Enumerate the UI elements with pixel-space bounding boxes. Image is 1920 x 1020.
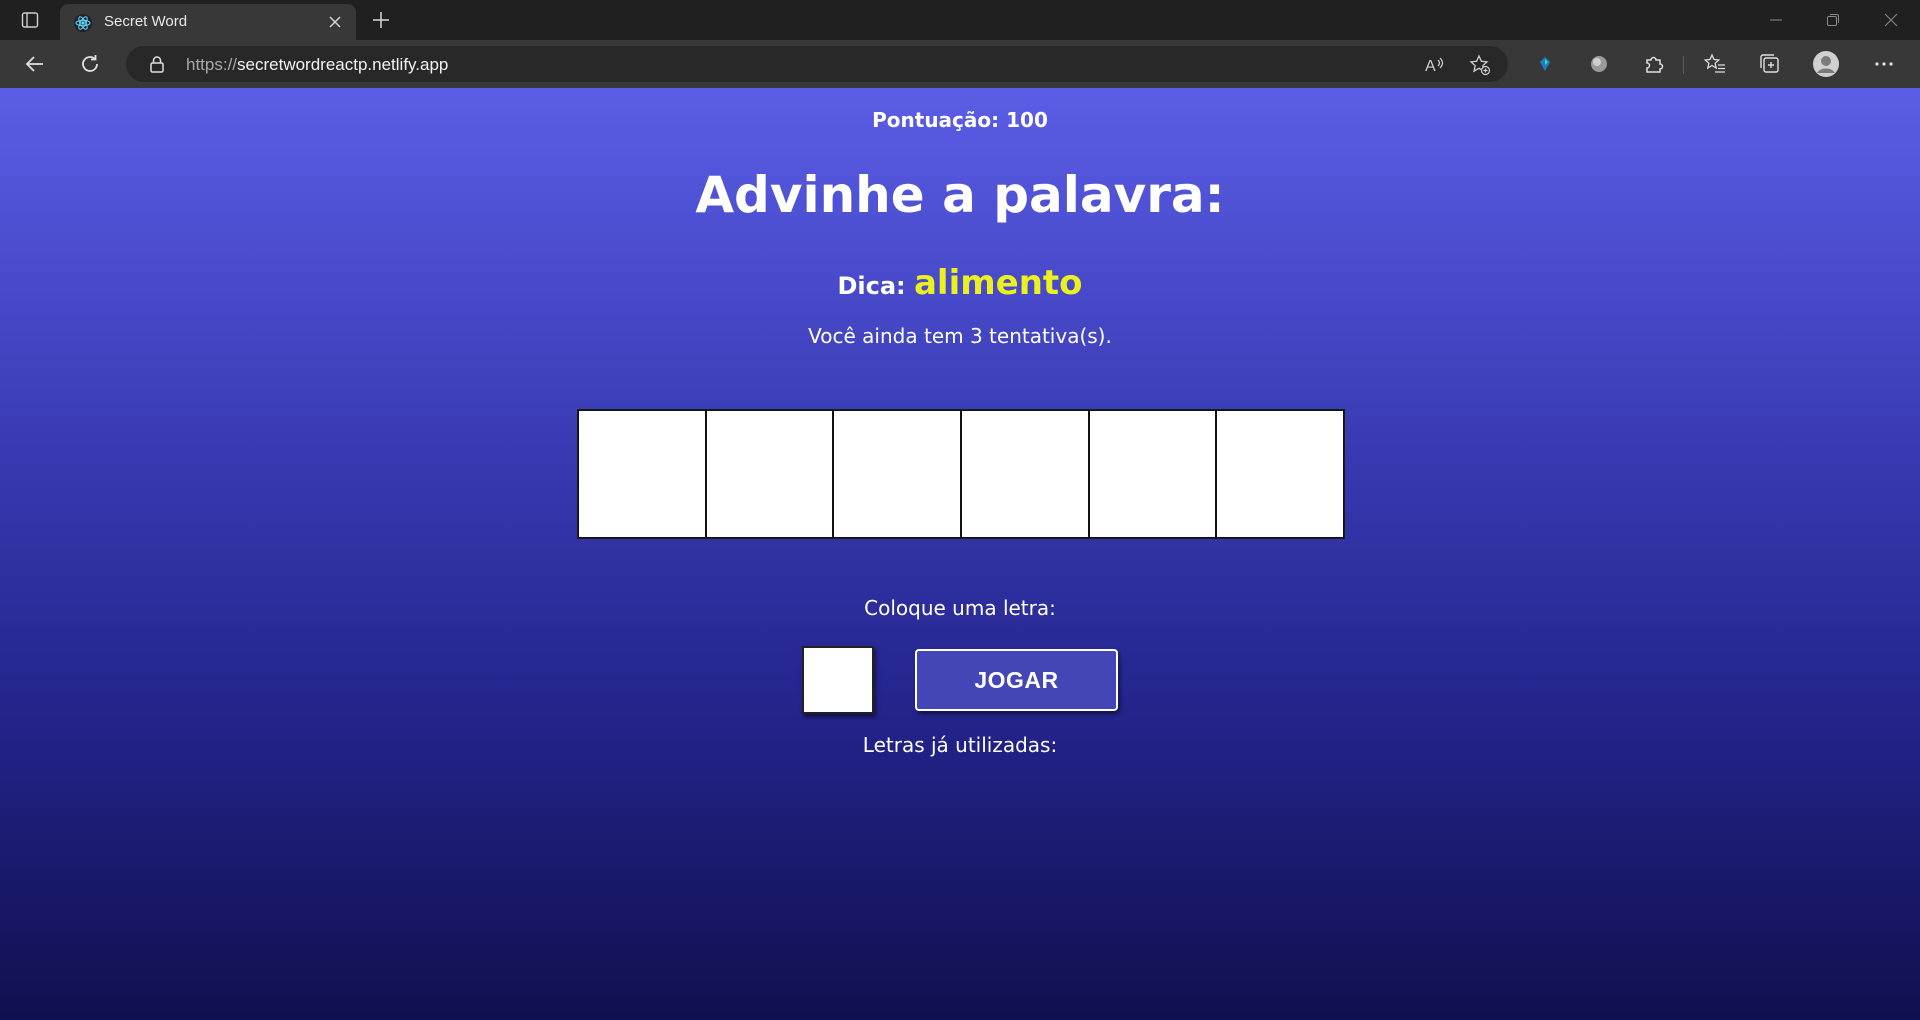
svg-text:A: A	[1425, 58, 1436, 75]
letter-box	[1088, 410, 1217, 538]
extensions-puzzle-icon[interactable]	[1639, 50, 1669, 78]
browser-toolbar: https://secretwordreactp.netlify.app A	[0, 40, 1920, 88]
letter-input[interactable]	[802, 646, 874, 714]
letter-box	[578, 410, 706, 538]
lock-icon[interactable]	[148, 55, 166, 73]
minimize-icon[interactable]	[1756, 6, 1796, 34]
letter-box	[961, 410, 1089, 538]
toolbar-divider	[1683, 56, 1684, 74]
close-window-icon[interactable]	[1871, 6, 1911, 34]
word-container	[577, 409, 1345, 539]
letter-box	[833, 410, 962, 538]
play-button[interactable]: JOGAR	[915, 649, 1118, 711]
profile-avatar-icon[interactable]	[1811, 50, 1841, 78]
more-options-icon[interactable]	[1869, 50, 1899, 78]
collections-icon[interactable]	[1755, 50, 1785, 78]
tab-title: Secret Word	[104, 13, 188, 30]
browser-tab-strip: Secret Word	[0, 0, 1920, 40]
restore-icon[interactable]	[1813, 6, 1853, 34]
new-tab-icon[interactable]	[368, 8, 394, 32]
letter-prompt: Coloque uma letra:	[864, 596, 1056, 620]
react-logo-icon	[73, 13, 93, 33]
letter-box	[1216, 410, 1345, 538]
score-display: Pontuação: 100	[872, 108, 1048, 132]
used-letters-label: Letras já utilizadas:	[862, 733, 1058, 757]
address-bar[interactable]: https://secretwordreactp.netlify.app A	[126, 46, 1508, 82]
favorites-icon[interactable]	[1700, 50, 1730, 78]
browser-tab[interactable]: Secret Word	[60, 4, 356, 40]
extension-icon[interactable]	[1530, 50, 1560, 78]
extension-circle-icon[interactable]	[1584, 50, 1614, 78]
game-page: Pontuação: 100 Advinhe a palavra: Dica: …	[0, 88, 1920, 1020]
refresh-icon[interactable]	[75, 50, 105, 78]
tip-label: Dica:	[837, 272, 906, 300]
tab-actions-icon[interactable]	[16, 8, 44, 32]
tip-line: Dica: alimento	[0, 263, 1920, 303]
guesses-remaining: Você ainda tem 3 tentativa(s).	[808, 324, 1112, 348]
url-text: https://secretwordreactp.netlify.app	[186, 55, 449, 74]
add-favorite-icon[interactable]	[1468, 53, 1492, 77]
read-aloud-icon[interactable]: A	[1422, 53, 1446, 77]
letter-box	[705, 410, 834, 538]
close-tab-icon[interactable]	[326, 13, 344, 31]
tip-word: alimento	[913, 263, 1083, 303]
back-arrow-icon[interactable]	[20, 50, 50, 78]
page-title: Advinhe a palavra:	[695, 166, 1225, 224]
